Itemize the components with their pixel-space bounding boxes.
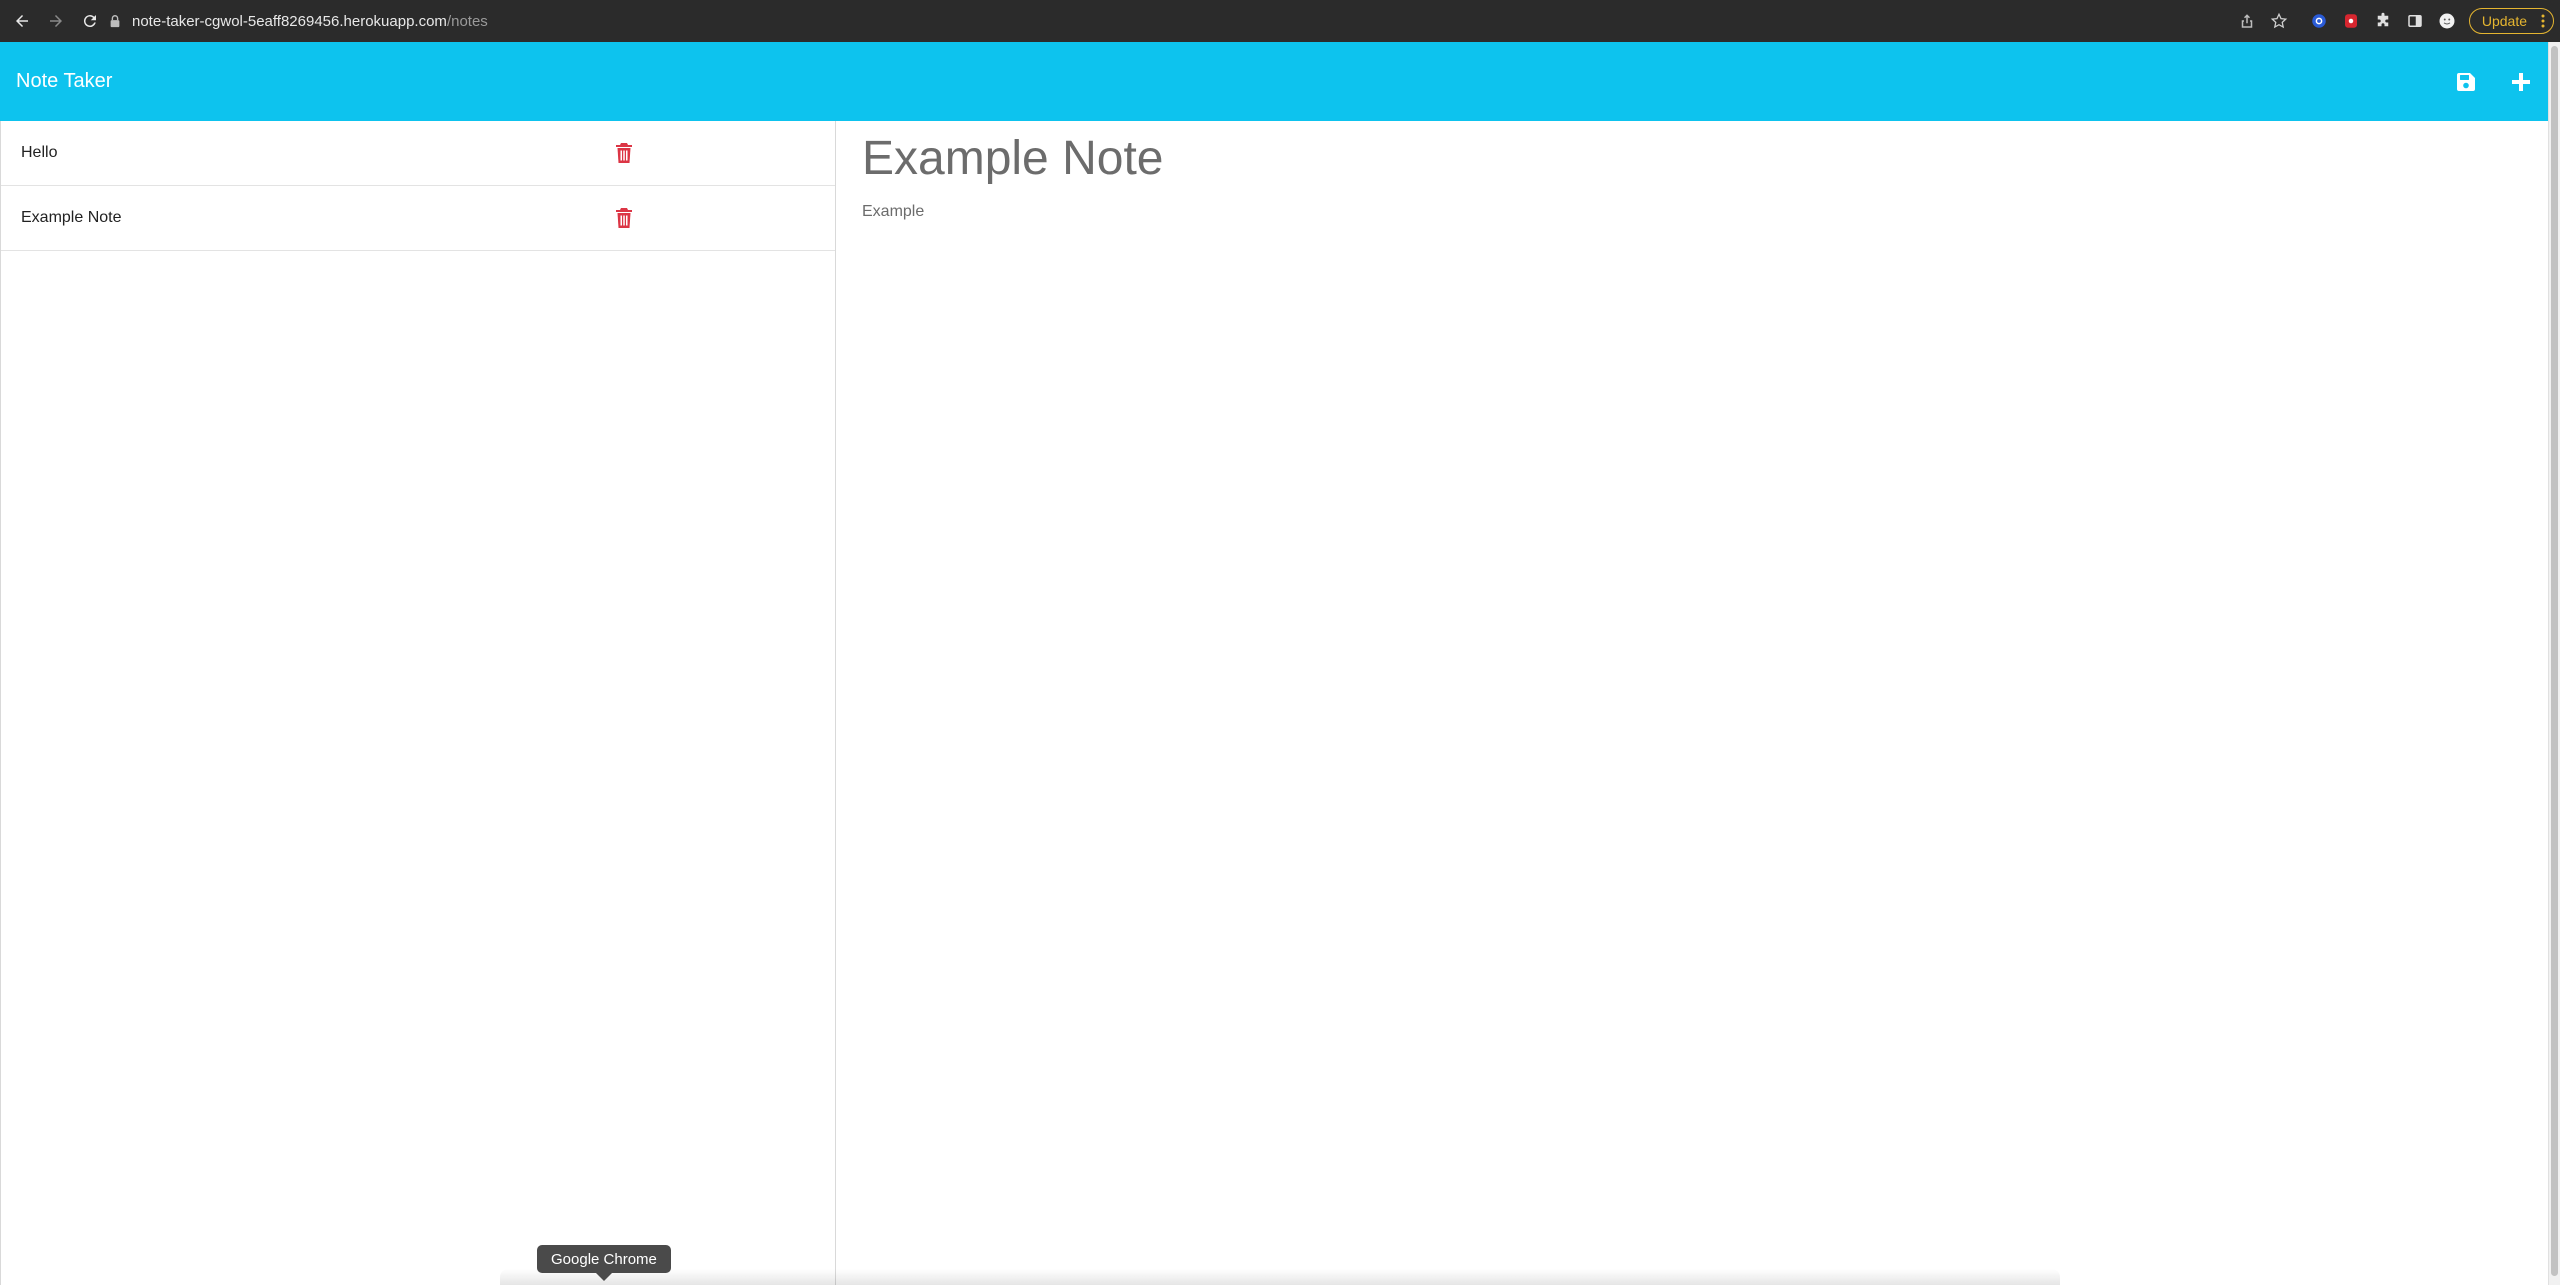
extension-2-button[interactable] [2335, 5, 2367, 37]
update-label: Update [2481, 13, 2527, 29]
extension-1-button[interactable] [2303, 5, 2335, 37]
delete-note-button[interactable] [613, 142, 635, 164]
arrow-right-icon [50, 15, 62, 27]
extension-red-icon [2344, 14, 2357, 28]
extension-circle-icon [2312, 14, 2326, 28]
scrollbar-thumb[interactable] [2551, 46, 2558, 1276]
url-path: /notes [446, 12, 488, 30]
back-button[interactable] [6, 5, 38, 37]
save-note-button[interactable] [2438, 54, 2493, 109]
navbar-actions [2438, 42, 2548, 121]
arrow-left-icon [16, 15, 28, 27]
side-panel-icon [2408, 15, 2422, 27]
delete-note-button[interactable] [613, 207, 635, 229]
list-item[interactable]: Example Note [1, 186, 835, 251]
brand-title[interactable]: Note Taker [16, 70, 112, 93]
star-icon [2270, 12, 2288, 29]
page-scrollbar[interactable] [2548, 42, 2560, 1285]
url-host: note-taker-cgwol-5eaff8269456.herokuapp.… [132, 12, 447, 30]
browser-actions: Update [2231, 0, 2560, 42]
trash-icon [616, 143, 632, 163]
reload-icon [83, 15, 96, 28]
share-icon [2241, 14, 2253, 28]
note-title: Example Note [21, 209, 122, 226]
extensions-button[interactable] [2367, 5, 2399, 37]
trash-icon [616, 208, 632, 228]
dock-tooltip: Google Chrome [537, 1245, 671, 1281]
floppy-disk-icon [2456, 72, 2475, 91]
note-title-input[interactable]: Example Note [862, 131, 1163, 186]
address-bar[interactable]: note-taker-cgwol-5eaff8269456.herokuapp.… [108, 4, 2208, 38]
forward-button[interactable] [40, 5, 72, 37]
browser-toolbar: note-taker-cgwol-5eaff8269456.herokuapp.… [0, 0, 2560, 42]
side-panel-button[interactable] [2399, 5, 2431, 37]
note-text-area[interactable]: Example [862, 203, 924, 221]
notes-list: Hello Example Note [0, 121, 836, 1285]
update-button[interactable]: Update [2468, 8, 2554, 34]
kebab-menu-icon [2541, 14, 2545, 28]
profile-button[interactable] [2431, 5, 2463, 37]
bookmark-button[interactable] [2263, 5, 2295, 37]
avatar-icon [2439, 13, 2455, 29]
list-item[interactable]: Hello [1, 121, 835, 186]
plus-icon [2511, 72, 2530, 91]
note-title: Hello [21, 144, 58, 161]
tooltip-text: Google Chrome [551, 1250, 657, 1268]
dock-shadow [500, 1269, 2060, 1285]
reload-button[interactable] [74, 5, 106, 37]
app-navbar: Note Taker [0, 42, 2548, 121]
share-button[interactable] [2231, 5, 2263, 37]
lock-icon [110, 15, 120, 28]
note-editor: Example Note Example [837, 121, 2548, 1285]
new-note-button[interactable] [2493, 54, 2548, 109]
puzzle-icon [2377, 12, 2389, 27]
